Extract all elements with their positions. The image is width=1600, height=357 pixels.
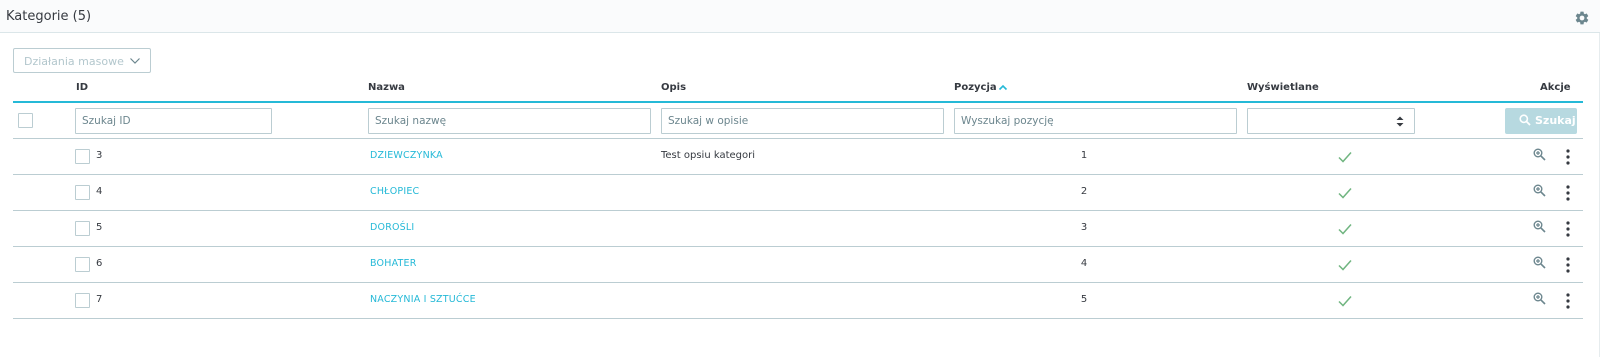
page-title: Kategorie (5)	[6, 9, 92, 24]
table-row[interactable]: 3 DZIEWCZYNKA Test opsiu kategori 1	[13, 139, 1583, 175]
search-button-label: Szukaj	[1535, 114, 1576, 127]
row-position[interactable]: 2	[1069, 186, 1099, 197]
row-id: 6	[96, 258, 103, 269]
select-all-checkbox[interactable]	[18, 113, 33, 128]
row-position[interactable]: 5	[1069, 294, 1099, 305]
row-position[interactable]: 4	[1069, 258, 1099, 269]
more-actions-icon[interactable]	[1566, 221, 1570, 237]
row-name-link[interactable]: DZIEWCZYNKA	[370, 150, 443, 161]
zoom-in-icon[interactable]	[1533, 148, 1546, 161]
table-row[interactable]: 5 DOROŚLI 3	[13, 211, 1583, 247]
column-header-id[interactable]: ID	[76, 82, 88, 93]
row-name-link[interactable]: NACZYNIA I SZTUĆCE	[370, 294, 476, 305]
zoom-in-icon[interactable]	[1533, 220, 1546, 233]
bulk-actions-label: Działania masowe	[24, 55, 124, 68]
column-header-name[interactable]: Nazwa	[368, 82, 405, 93]
displayed-filter-select[interactable]	[1247, 108, 1415, 134]
description-filter-input[interactable]	[661, 108, 944, 134]
row-description: Test opsiu kategori	[661, 150, 756, 161]
header-divider	[13, 101, 1583, 103]
gear-icon[interactable]	[1574, 10, 1590, 26]
row-checkbox[interactable]	[75, 149, 90, 164]
check-icon[interactable]	[1338, 259, 1352, 271]
check-icon[interactable]	[1338, 295, 1352, 307]
search-icon	[1519, 114, 1531, 126]
table-row[interactable]: 4 CHŁOPIEC 2	[13, 175, 1583, 211]
more-actions-icon[interactable]	[1566, 293, 1570, 309]
check-icon[interactable]	[1338, 187, 1352, 199]
row-position[interactable]: 1	[1069, 150, 1099, 161]
position-filter-input[interactable]	[954, 108, 1237, 134]
check-icon[interactable]	[1338, 223, 1352, 235]
row-checkbox[interactable]	[75, 221, 90, 236]
row-id: 3	[96, 150, 103, 161]
row-divider	[13, 318, 1583, 319]
table-row[interactable]: 7 NACZYNIA I SZTUĆCE 5	[13, 283, 1583, 319]
id-filter-input[interactable]	[75, 108, 272, 134]
row-id: 4	[96, 186, 103, 197]
row-name-link[interactable]: CHŁOPIEC	[370, 186, 419, 197]
select-arrows-icon	[1396, 116, 1404, 127]
row-checkbox[interactable]	[75, 185, 90, 200]
card-header: Kategorie (5)	[0, 0, 1600, 33]
row-checkbox[interactable]	[75, 257, 90, 272]
more-actions-icon[interactable]	[1566, 185, 1570, 201]
row-position[interactable]: 3	[1069, 222, 1099, 233]
chevron-down-icon	[130, 58, 140, 64]
table-row[interactable]: 6 BOHATER 4	[13, 247, 1583, 283]
sort-up-icon[interactable]	[998, 83, 1008, 91]
more-actions-icon[interactable]	[1566, 257, 1570, 273]
search-button[interactable]: Szukaj	[1505, 108, 1577, 134]
column-header-position[interactable]: Pozycja	[954, 82, 997, 93]
name-filter-input[interactable]	[368, 108, 651, 134]
check-icon[interactable]	[1338, 151, 1352, 163]
row-checkbox[interactable]	[75, 293, 90, 308]
row-name-link[interactable]: BOHATER	[370, 258, 417, 269]
zoom-in-icon[interactable]	[1533, 256, 1546, 269]
column-header-description[interactable]: Opis	[661, 82, 686, 93]
row-id: 5	[96, 222, 103, 233]
column-header-actions: Akcje	[1540, 82, 1571, 93]
bulk-actions-dropdown[interactable]: Działania masowe	[13, 48, 151, 73]
zoom-in-icon[interactable]	[1533, 292, 1546, 305]
row-name-link[interactable]: DOROŚLI	[370, 222, 414, 233]
zoom-in-icon[interactable]	[1533, 184, 1546, 197]
row-id: 7	[96, 294, 103, 305]
more-actions-icon[interactable]	[1566, 149, 1570, 165]
column-header-displayed[interactable]: Wyświetlane	[1247, 82, 1319, 93]
